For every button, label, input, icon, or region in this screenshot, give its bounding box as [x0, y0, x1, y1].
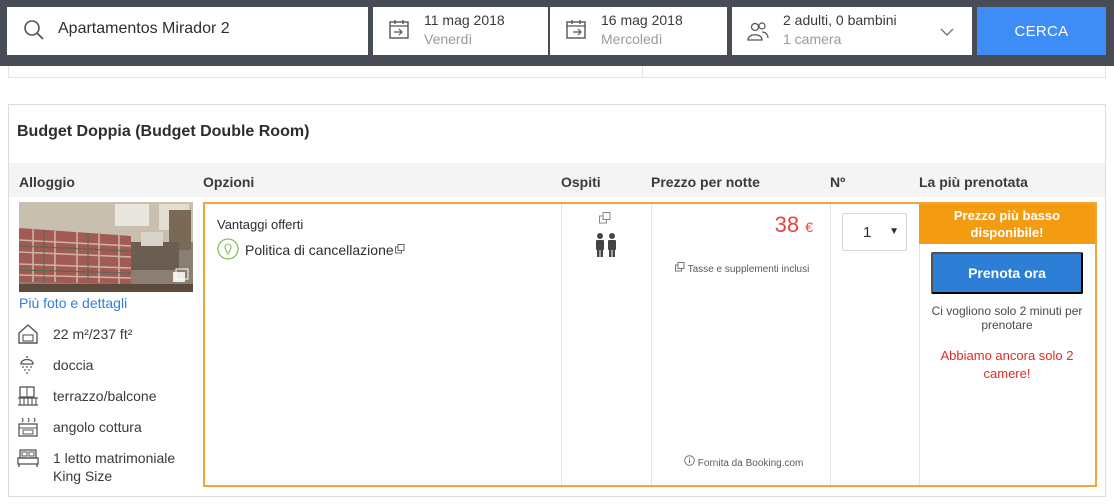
taxes-label: Tasse e supplementi inclusi: [687, 264, 810, 275]
book-now-button[interactable]: Prenota ora: [931, 252, 1083, 294]
lightbulb-icon: [217, 238, 239, 265]
offer-row: Vantaggi offerti Politica di cancellazio…: [203, 202, 1097, 487]
destination-value: Apartamentos Mirador 2: [58, 20, 230, 37]
divider: [651, 204, 652, 485]
guests-icon: [747, 20, 769, 47]
destination-field[interactable]: Apartamentos Mirador 2: [7, 7, 368, 55]
two-adults-icon: [594, 232, 618, 263]
caret-down-icon: ▼: [889, 226, 899, 237]
room-photo[interactable]: [19, 202, 193, 292]
external-link-icon: [675, 262, 688, 275]
room-quantity-select[interactable]: 1 ▼: [842, 213, 907, 251]
divider: [830, 204, 831, 485]
price-per-night: 38 €: [775, 212, 813, 238]
guests-summary: 2 adulti, 0 bambini: [783, 12, 897, 28]
provider-note: Fornita da Booking.com: [684, 455, 803, 469]
bed-icon: [17, 447, 39, 469]
divider: [642, 66, 643, 77]
checkin-field[interactable]: 11 mag 2018 Venerdì: [373, 7, 548, 55]
area-icon: [17, 323, 39, 345]
checkout-weekday: Mercoledì: [601, 31, 663, 47]
quantity-value: 1: [863, 224, 872, 241]
amenity-label: 22 m²/237 ft²: [53, 326, 133, 342]
search-icon: [23, 19, 45, 46]
info-icon: [684, 455, 698, 469]
col-prezzo: Prezzo per notte: [651, 174, 760, 190]
provider-label: Fornita da Booking.com: [697, 458, 804, 469]
taxes-note[interactable]: Tasse e supplementi inclusi: [675, 262, 809, 275]
col-numero: Nº: [830, 174, 846, 190]
more-photos-link[interactable]: Più foto e dettagli: [19, 295, 127, 311]
external-link-icon: [395, 241, 405, 259]
benefits-title: Vantaggi offerti: [217, 217, 304, 232]
col-alloggio: Alloggio: [19, 174, 75, 190]
shower-icon: [17, 354, 39, 376]
col-ospiti: Ospiti: [561, 174, 601, 190]
rooms-count: 1 camera: [783, 31, 842, 47]
previous-room-block: [8, 66, 1106, 78]
column-header: Alloggio Opzioni Ospiti Prezzo per notte…: [9, 163, 1105, 197]
col-opzioni: Opzioni: [203, 174, 255, 190]
checkin-date: 11 mag 2018: [424, 12, 505, 28]
checkin-weekday: Venerdì: [424, 31, 473, 47]
calendar-checkin-icon: [388, 19, 410, 46]
checkout-field[interactable]: 16 mag 2018 Mercoledì: [550, 7, 727, 55]
chevron-down-icon: [940, 24, 954, 42]
amenity-label: angolo cottura: [53, 419, 142, 435]
calendar-checkout-icon: [565, 19, 587, 46]
search-button[interactable]: CERCA: [977, 7, 1106, 55]
price-value: 38: [774, 212, 800, 237]
rooms-left-warning: Abbiamo ancora solo 2 camere!: [940, 348, 1074, 381]
amenity-label: 1 letto matrimoniale King Size: [53, 450, 176, 484]
cancellation-label: Politica di cancellazione: [245, 242, 394, 258]
room-card: Budget Doppia (Budget Double Room) Allog…: [8, 104, 1106, 497]
kitchenette-icon: [17, 416, 39, 438]
col-prenotata: La più prenotata: [919, 174, 1028, 190]
balcony-icon: [17, 385, 39, 407]
popup-icon[interactable]: [599, 211, 611, 229]
amenity-label: doccia: [53, 357, 94, 373]
room-title: Budget Doppia (Budget Double Room): [17, 123, 310, 140]
divider: [919, 204, 920, 485]
search-bar: Apartamentos Mirador 2 11 mag 2018 Vener…: [0, 0, 1114, 66]
checkout-date: 16 mag 2018: [601, 12, 683, 28]
amenity-label: terrazzo/balcone: [53, 388, 157, 404]
divider: [561, 204, 562, 485]
guests-dropdown[interactable]: 2 adulti, 0 bambini 1 camera: [732, 7, 972, 55]
booking-time-hint: Ci vogliono solo 2 minuti per prenotare: [931, 304, 1083, 332]
lowest-price-badge: Prezzo più basso disponibile!: [919, 204, 1095, 244]
price-currency: €: [805, 219, 813, 235]
